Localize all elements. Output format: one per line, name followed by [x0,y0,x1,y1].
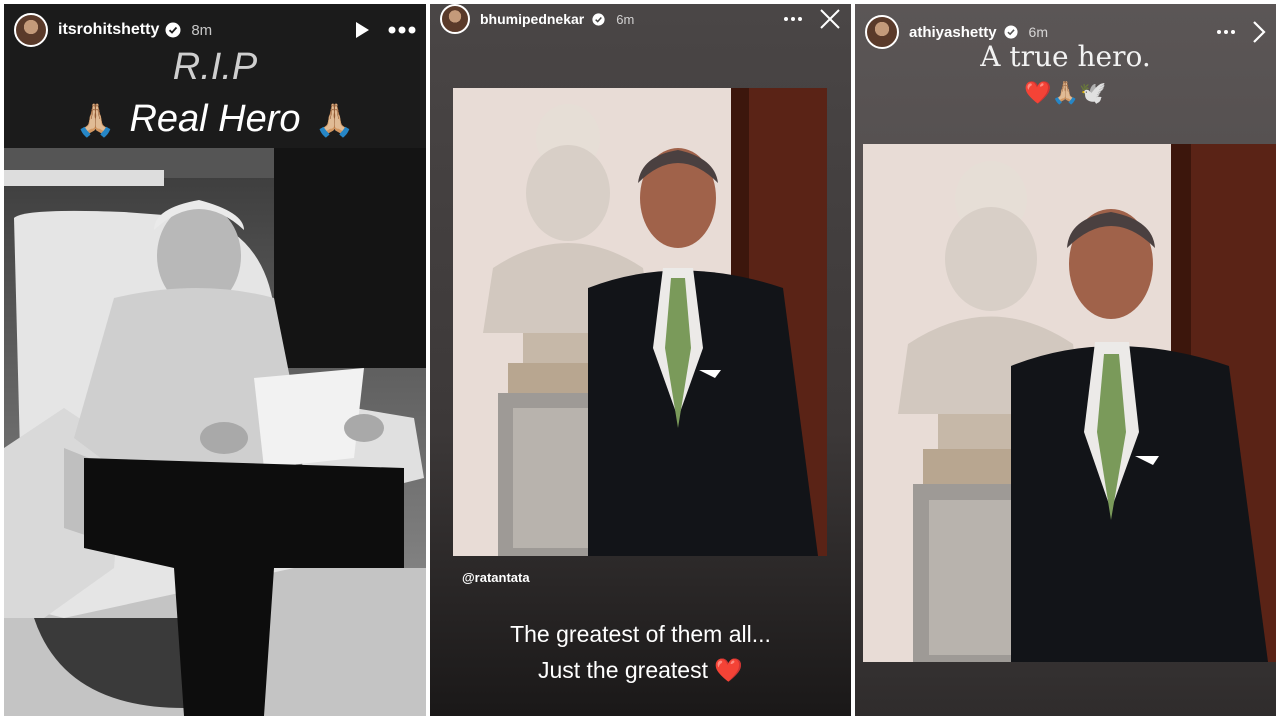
verified-badge-icon [590,11,606,27]
story-quote: The greatest of them all... Just the gre… [430,616,851,688]
close-icon[interactable] [819,8,841,30]
story-panel-bhumipednekar: bhumipednekar 6m @ratantata The greatest… [430,4,851,716]
username[interactable]: athiyashetty [909,24,997,41]
more-options-icon[interactable] [1216,29,1236,35]
story-caption: A true hero. [980,40,1151,73]
mention-tag[interactable]: @ratantata [462,570,530,585]
verified-badge-icon [165,22,181,38]
play-icon[interactable] [352,20,372,40]
story-caption-rip: R.I.P [172,46,258,88]
story-panel-athiyashetty: athiyashetty 6m A true hero. ❤️🙏🏼🕊️ [855,4,1276,716]
quote-line-2: Just the greatest ❤️ [430,652,851,688]
story-photo [453,88,827,556]
praying-hands-emoji: 🙏🏼 [75,101,116,138]
story-header: bhumipednekar 6m [430,4,851,34]
post-time: 6m [1028,24,1048,40]
story-panel-rohitshetty: itsrohitshetty 8m R.I.P 🙏🏼 Real Hero 🙏🏼 [4,4,426,716]
story-caption-real-hero: 🙏🏼 Real Hero 🙏🏼 [4,98,426,141]
verified-badge-icon [1003,24,1019,40]
post-time: 6m [616,11,635,27]
username[interactable]: bhumipednekar [480,11,584,27]
quote-line: The greatest of them all... [510,621,771,647]
heart-emoji: ❤️ [714,657,744,683]
avatar[interactable] [14,13,48,47]
more-options-icon[interactable] [388,26,416,34]
username[interactable]: itsrohitshetty [58,21,159,39]
avatar[interactable] [440,4,470,34]
caption-text: Real Hero [129,98,301,140]
quote-line: Just the greatest [537,657,708,683]
post-time: 8m [191,21,213,39]
more-options-icon[interactable] [783,16,803,22]
praying-hands-emoji: 🙏🏼 [314,101,355,138]
story-photo [4,148,426,716]
story-photo [863,144,1276,662]
story-emojis: ❤️🙏🏼🕊️ [1024,80,1107,105]
